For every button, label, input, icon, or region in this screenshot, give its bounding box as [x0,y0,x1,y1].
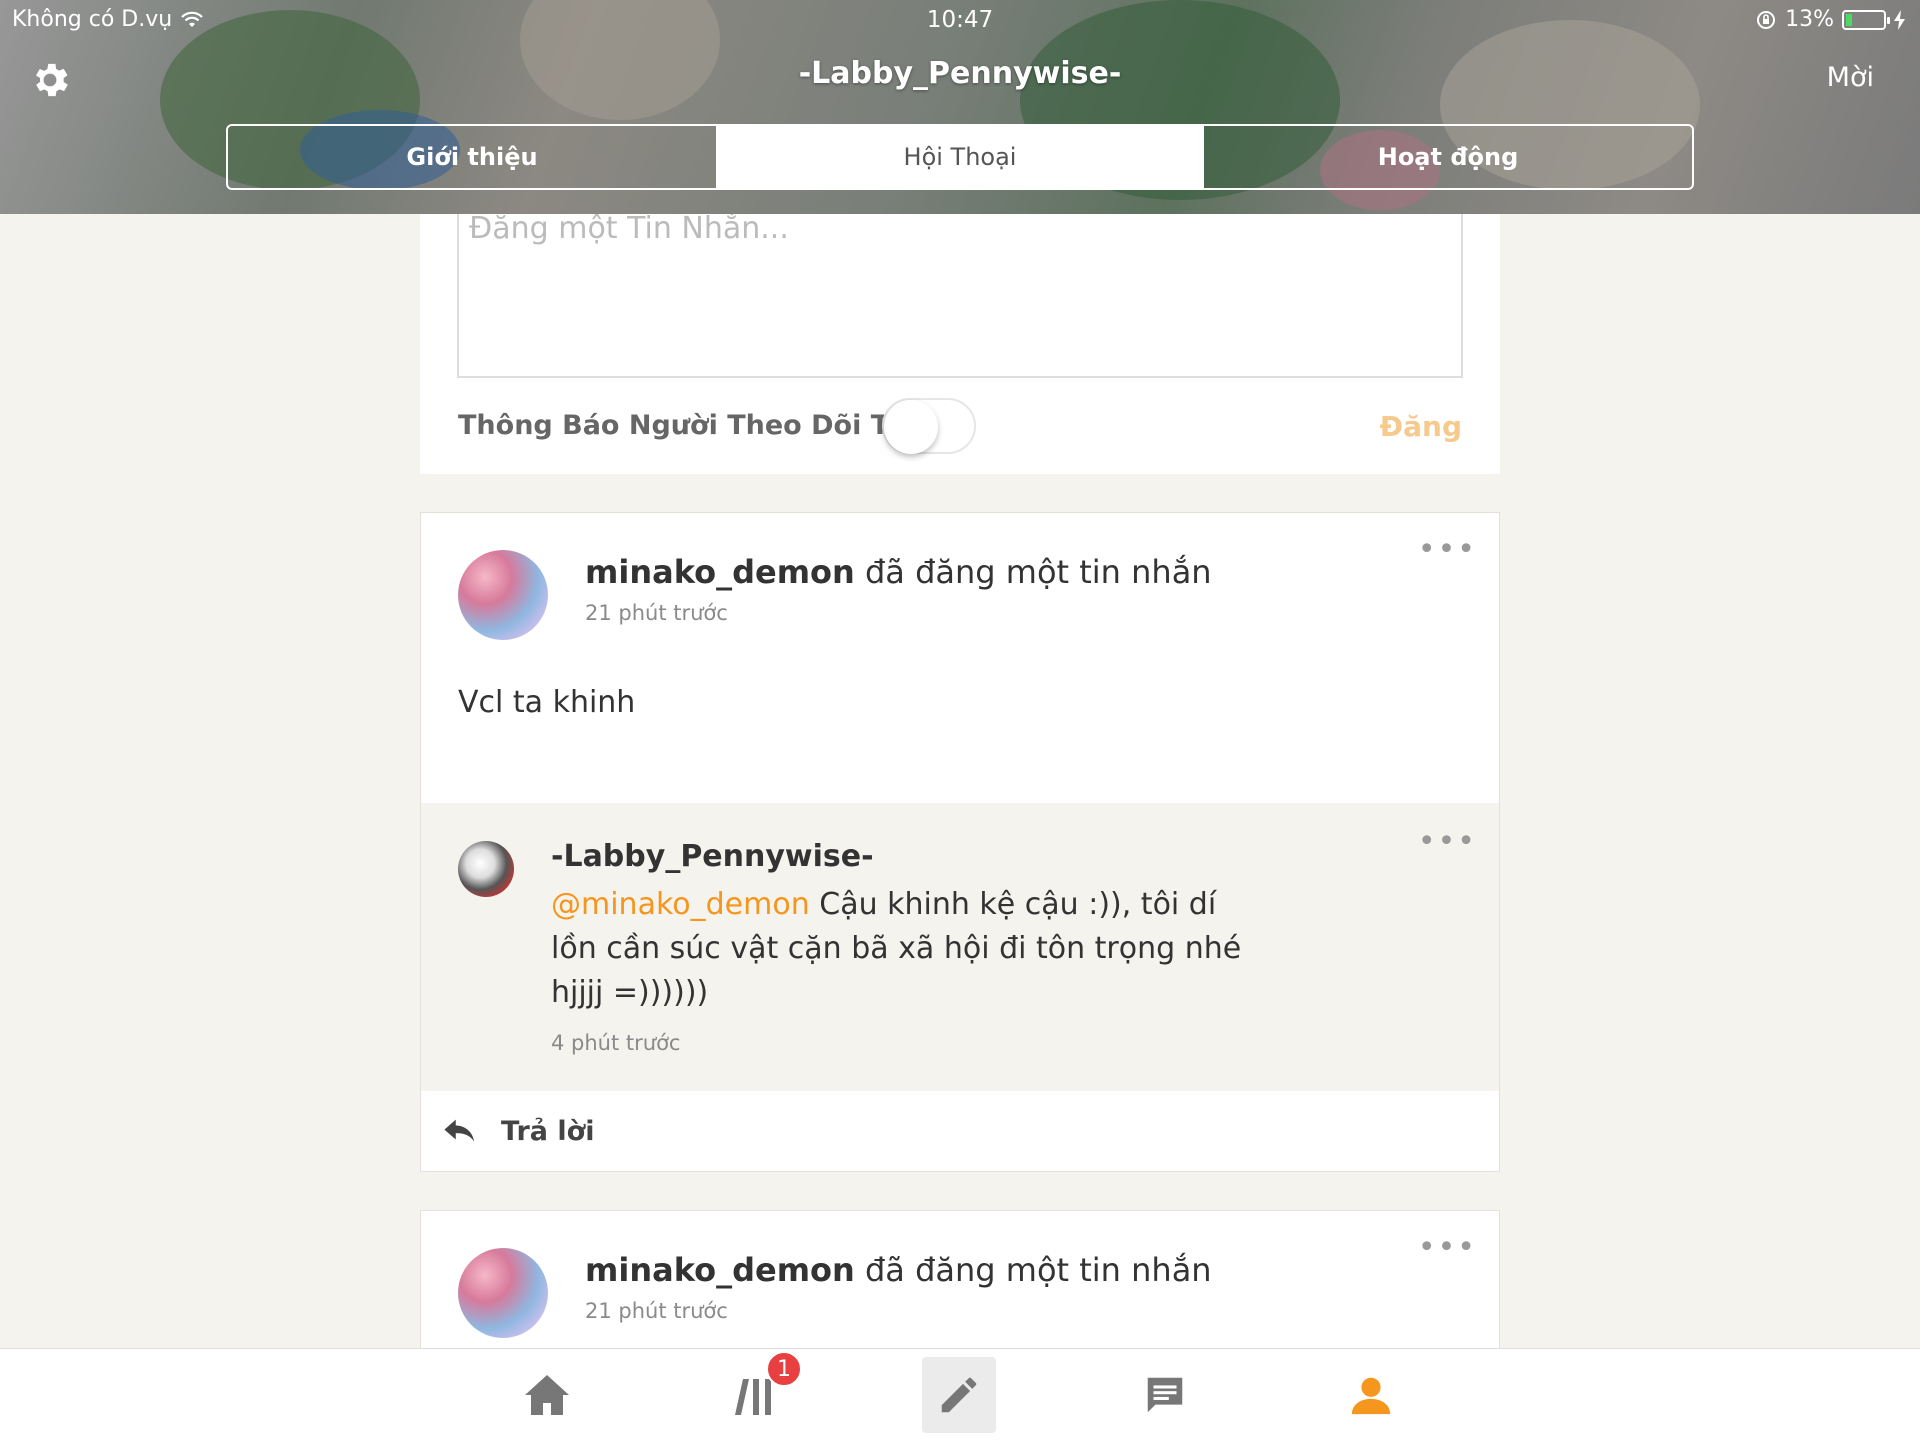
compose-icon [941,1377,977,1413]
reply-text: @minako_demon Cậu khinh kệ cậu :)), tôi … [551,883,1251,1015]
home-icon [525,1375,569,1415]
avatar[interactable] [458,550,548,640]
tab-conversation[interactable]: Hội Thoại [716,126,1204,188]
post-body: Vcl ta khinh [458,685,636,720]
nav-feed[interactable]: 1 [718,1351,802,1427]
message-composer: Đăng một Tin Nhắn... Thông Báo Người The… [420,214,1500,474]
orientation-lock-icon [1757,10,1776,29]
avatar[interactable] [458,1248,548,1338]
reply-time: 4 phút trước [551,1031,681,1055]
reply-label: Trả lời [501,1115,595,1147]
reply-comment: ••• -Labby_Pennywise- @minako_demon Cậu … [421,803,1499,1091]
more-options-icon[interactable]: ••• [1418,535,1477,565]
bottom-navigation: 1 [0,1348,1920,1440]
chat-icon [1147,1377,1183,1413]
nav-compose[interactable] [922,1357,996,1433]
battery-icon [1842,9,1890,30]
reply-mention[interactable]: @minako_demon [551,887,810,922]
profile-icon [1351,1377,1391,1415]
clock: 10:47 [926,7,994,33]
battery-percent: 13% [1785,7,1834,32]
wall-post: ••• minako_demon đã đăng một tin nhắn 21… [420,512,1500,1172]
notify-followers-label: Thông Báo Người Theo Dõi Tôi [458,410,915,441]
status-bar: Không có D.vụ 10:47 13% [0,0,1920,40]
tab-intro[interactable]: Giới thiệu [228,126,716,188]
post-time: 21 phút trước [585,601,728,625]
more-options-icon[interactable]: ••• [1418,1233,1477,1263]
nav-chat[interactable] [1128,1363,1202,1427]
nav-profile[interactable] [1334,1363,1408,1427]
post-heading: minako_demon đã đăng một tin nhắn [585,1251,1212,1289]
post-button[interactable]: Đăng [1380,410,1462,443]
post-action: đã đăng một tin nhắn [864,553,1212,591]
post-action: đã đăng một tin nhắn [864,1251,1212,1289]
post-time: 21 phút trước [585,1299,728,1323]
toggle-knob [884,400,938,454]
profile-title: -Labby_Pennywise- [798,56,1122,91]
nav-home[interactable] [510,1363,584,1427]
message-input[interactable]: Đăng một Tin Nhắn... [457,214,1463,378]
post-author[interactable]: minako_demon [585,1251,855,1289]
invite-button[interactable]: Mời [1827,62,1874,93]
reply-author[interactable]: -Labby_Pennywise- [551,839,874,874]
reply-more-options-icon[interactable]: ••• [1418,827,1477,857]
charging-icon [1894,9,1905,30]
notification-badge: 1 [766,1351,802,1387]
notify-followers-toggle[interactable] [882,398,976,454]
post-heading: minako_demon đã đăng một tin nhắn [585,553,1212,591]
reply-avatar[interactable] [458,841,514,897]
profile-tabs: Giới thiệu Hội Thoại Hoạt động [226,124,1694,190]
wall-post: ••• minako_demon đã đăng một tin nhắn 21… [420,1210,1500,1370]
post-author[interactable]: minako_demon [585,553,855,591]
profile-header: Không có D.vụ 10:47 13% -Labby_Pennywise… [0,0,1920,214]
reply-button[interactable]: Trả lời [421,1091,1499,1171]
tab-activity[interactable]: Hoạt động [1204,126,1692,188]
reply-arrow-icon [444,1119,475,1142]
